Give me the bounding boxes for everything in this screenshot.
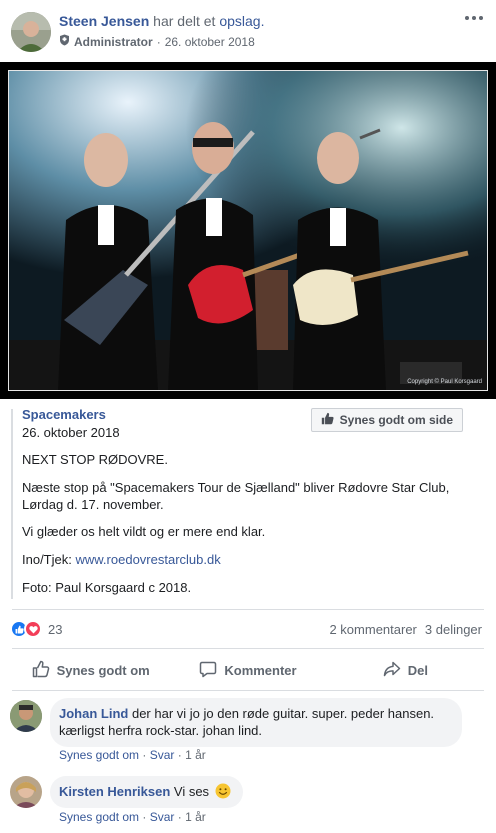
thumbs-up-outline-icon (32, 660, 50, 681)
commenter-name[interactable]: Johan Lind (59, 706, 128, 721)
like-label: Synes godt om (56, 662, 150, 678)
reaction-summary[interactable]: 23 (10, 620, 62, 638)
action-prefix: har delt et (153, 13, 216, 29)
share-label: Del (407, 662, 428, 678)
like-button[interactable]: Synes godt om (12, 650, 169, 690)
comment-button[interactable]: Kommenter (169, 650, 326, 690)
comment-text: Vi ses (173, 784, 210, 799)
post-meta: Administrator · 26. oktober 2018 (59, 34, 255, 49)
thumbs-up-icon (321, 412, 334, 428)
shared-post: Spacemakers 26. oktober 2018 Synes godt … (0, 399, 496, 609)
love-reaction-icon (24, 620, 42, 638)
commenter-name[interactable]: Kirsten Henriksen (59, 784, 170, 799)
engagement-counts: 2 kommentarer 3 delinger (329, 622, 482, 637)
post-photo[interactable]: Copyright © Paul Korsgaard (0, 62, 496, 399)
post-header: Steen Jensen har delt et opslag. Adminis… (0, 0, 496, 62)
comment-reply-link[interactable]: Svar (150, 748, 175, 762)
comment-bubble: Johan Lind der har vi jo jo den røde gui… (50, 698, 462, 747)
divider (12, 690, 484, 691)
comment-reply-link[interactable]: Svar (150, 810, 175, 824)
info-label: Ino/Tjek: (22, 552, 72, 567)
divider (12, 648, 484, 649)
like-page-label: Synes godt om side (339, 413, 453, 427)
smiley-emoji-icon (215, 783, 231, 803)
shared-date[interactable]: 26. oktober 2018 (22, 425, 120, 440)
author-avatar[interactable] (11, 12, 51, 52)
share-arrow-icon (383, 660, 401, 681)
comment-bubble: Kirsten Henriksen Vi ses (50, 776, 243, 808)
action-bar: Synes godt om Kommenter Del (12, 650, 484, 690)
comment-like-link[interactable]: Synes godt om (59, 810, 139, 824)
reaction-count: 23 (48, 621, 63, 637)
commenter-avatar[interactable] (10, 700, 42, 732)
author-name[interactable]: Steen Jensen (59, 13, 149, 29)
comment-time[interactable]: 1 år (185, 748, 206, 762)
comment-time[interactable]: 1 år (185, 810, 206, 824)
role-label: Administrator (74, 34, 153, 49)
post-card: Steen Jensen har delt et opslag. Adminis… (0, 0, 496, 833)
comment-label: Kommenter (224, 662, 297, 678)
comment-bubble-icon (199, 660, 217, 681)
shield-icon (59, 34, 70, 49)
post-photo-credit: Foto: Paul Korsgaard c 2018. (22, 580, 192, 595)
share-count[interactable]: 3 delinger (425, 622, 482, 637)
quote-bar (11, 409, 13, 599)
post-body-2: Vi glæder os helt vildt og er mere end k… (22, 524, 266, 539)
post-byline: Steen Jensen har delt et opslag. (59, 13, 264, 29)
comment-count[interactable]: 2 kommentarer (329, 622, 416, 637)
photo-copyright: Copyright © Paul Korsgaard (407, 379, 482, 385)
share-button[interactable]: Del (327, 650, 484, 690)
page-name[interactable]: Spacemakers (22, 407, 106, 422)
post-info: Ino/Tjek: www.roedovrestarclub.dk (22, 551, 221, 568)
post-headline: NEXT STOP RØDOVRE. (22, 452, 168, 467)
comment-actions: Synes godt om · Svar · 1 år (59, 748, 206, 762)
more-options-icon[interactable] (464, 12, 484, 24)
action-link[interactable]: opslag. (219, 13, 264, 29)
post-date[interactable]: 26. oktober 2018 (165, 35, 255, 49)
concert-photo (8, 70, 488, 391)
divider (12, 609, 484, 610)
post-body: Næste stop på "Spacemakers Tour de Sjæll… (22, 480, 450, 512)
comment-like-link[interactable]: Synes godt om (59, 748, 139, 762)
commenter-avatar[interactable] (10, 776, 42, 808)
like-page-button[interactable]: Synes godt om side (310, 408, 463, 432)
comment-actions: Synes godt om · Svar · 1 år (59, 810, 206, 824)
meta-separator: · (156, 34, 161, 49)
info-link[interactable]: www.roedovrestarclub.dk (75, 552, 220, 567)
